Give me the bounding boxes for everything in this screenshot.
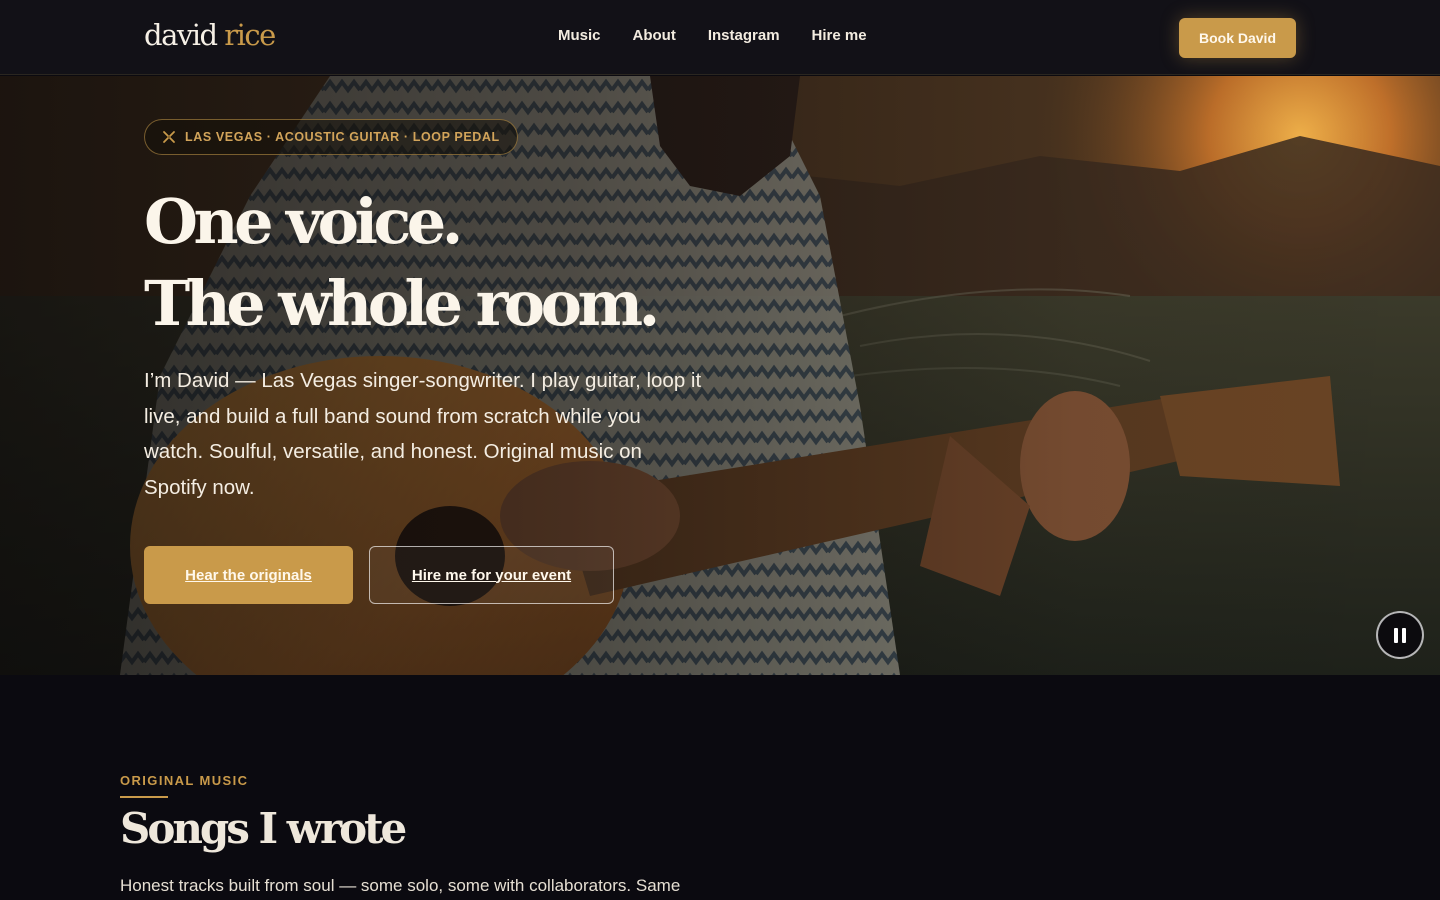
headline-line-1: One voice.	[144, 185, 463, 258]
hero-intro: I’m David — Las Vegas singer-songwriter.…	[144, 369, 702, 499]
sparkle-icon	[163, 131, 175, 143]
logo-second-word: rice	[224, 18, 276, 52]
section-eyebrow: ORIGINAL MUSIC	[120, 773, 249, 788]
nav-link-hire-me[interactable]: Hire me	[812, 27, 867, 44]
hero-section: LAS VEGAS · ACOUSTIC GUITAR · LOOP PEDAL…	[0, 76, 1440, 675]
section-title: Songs I wrote	[120, 804, 407, 853]
book-david-button[interactable]: Book David	[1179, 18, 1296, 58]
pause-icon-bar-right	[1402, 627, 1406, 643]
hear-originals-button[interactable]: Hear the originals	[144, 546, 353, 604]
site-logo[interactable]: david rice	[144, 18, 276, 52]
main-nav: Music About Instagram Hire me	[558, 27, 867, 44]
eyebrow-underline	[120, 796, 168, 798]
location-badge: LAS VEGAS · ACOUSTIC GUITAR · LOOP PEDAL	[144, 119, 518, 155]
nav-link-instagram[interactable]: Instagram	[708, 27, 780, 44]
nav-link-music[interactable]: Music	[558, 27, 601, 44]
pause-icon-bar-left	[1394, 627, 1398, 643]
hero-headline: One voice. The whole room.	[144, 181, 660, 345]
headline-line-2: The whole room.	[144, 267, 660, 340]
hire-for-event-button[interactable]: Hire me for your event	[369, 546, 614, 604]
logo-first-word: david	[144, 18, 218, 52]
section-description: Honest tracks built from soul — some sol…	[120, 876, 681, 895]
nav-link-about[interactable]: About	[633, 27, 676, 44]
site-header: david rice Music About Instagram Hire me…	[0, 0, 1440, 75]
video-pause-button[interactable]	[1376, 611, 1424, 659]
badge-text: LAS VEGAS · ACOUSTIC GUITAR · LOOP PEDAL	[185, 130, 500, 144]
